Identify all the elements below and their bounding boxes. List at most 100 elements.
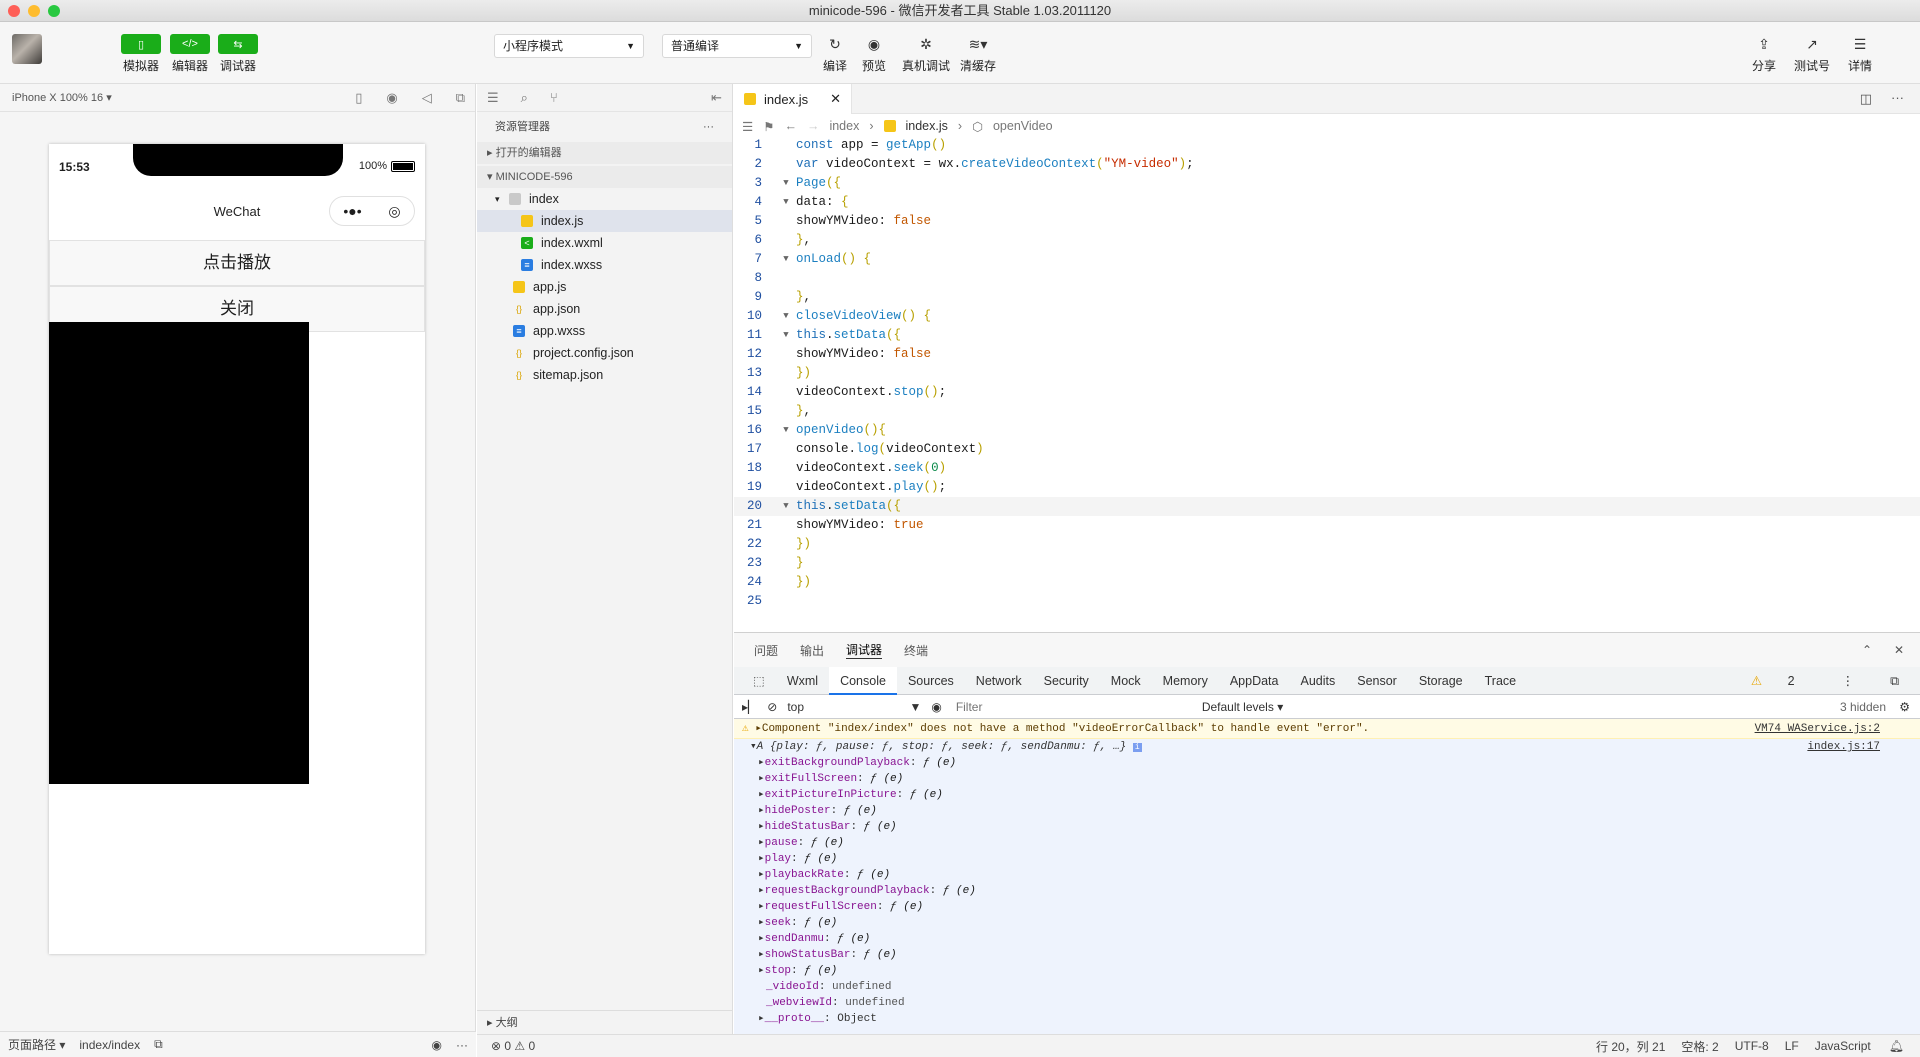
details-button[interactable]: ☰ 详情 <box>1830 34 1890 74</box>
zoom-window-icon[interactable] <box>48 5 60 17</box>
line-ending[interactable]: LF <box>1785 1039 1799 1053</box>
more-icon[interactable]: ··· <box>703 112 714 142</box>
object-prop-row[interactable]: ▸playbackRate: ƒ (e) <box>758 867 1920 883</box>
tree-item-index-wxml[interactable]: < index.wxml <box>477 232 732 254</box>
object-prop-row[interactable]: ▸play: ƒ (e) <box>758 851 1920 867</box>
project-section[interactable]: ▾ MINICODE-596 <box>477 166 732 188</box>
minimize-window-icon[interactable] <box>28 5 40 17</box>
real-debug-button[interactable]: ✲ 真机调试 <box>896 34 956 74</box>
eye-icon[interactable]: ◉ <box>931 700 941 714</box>
sidebar-toggle-icon[interactable]: ▸▏ <box>742 700 757 714</box>
warning-count[interactable]: ⚠ 2 <box>1729 667 1817 695</box>
tab-sources[interactable]: Sources <box>897 667 965 695</box>
object-prop-row[interactable]: ▸exitBackgroundPlayback: ƒ (e) <box>758 755 1920 771</box>
object-prop-row[interactable]: ▸sendDanmu: ƒ (e) <box>758 931 1920 947</box>
object-prop-row[interactable]: ▸requestBackgroundPlayback: ƒ (e) <box>758 883 1920 899</box>
close-icon[interactable]: ✕ <box>1894 643 1904 657</box>
tree-item-project-config[interactable]: {} project.config.json <box>477 342 732 364</box>
object-prop-row[interactable]: ▸showStatusBar: ƒ (e) <box>758 947 1920 963</box>
eye-icon[interactable]: ◉ <box>432 1038 442 1052</box>
inspect-icon[interactable]: ⬚ <box>742 667 776 695</box>
tab-console[interactable]: Console <box>829 666 897 695</box>
problems-indicator[interactable]: ⊗ 0 ⚠ 0 <box>491 1039 535 1053</box>
list-icon[interactable]: ☰ <box>487 90 499 106</box>
tab-debugger[interactable]: 调试器 <box>846 641 883 659</box>
avatar[interactable] <box>12 34 42 64</box>
tab-terminal[interactable]: 终端 <box>904 642 928 659</box>
window-controls[interactable] <box>8 5 60 17</box>
tab-memory[interactable]: Memory <box>1152 667 1219 695</box>
close-icon[interactable]: ✕ <box>830 91 841 107</box>
object-prop-row[interactable]: ▸hideStatusBar: ƒ (e) <box>758 819 1920 835</box>
gear-icon[interactable]: ⚙ <box>1899 700 1910 714</box>
tab-sensor[interactable]: Sensor <box>1346 667 1408 695</box>
more-icon[interactable]: ··· <box>456 1038 468 1052</box>
split-editor-icon[interactable]: ◫ <box>1860 91 1872 107</box>
tab-storage[interactable]: Storage <box>1408 667 1474 695</box>
breadcrumb-symbol[interactable]: openVideo <box>993 119 1053 133</box>
object-prop-row[interactable]: ▸seek: ƒ (e) <box>758 915 1920 931</box>
phone-icon[interactable]: ▯ <box>355 90 362 106</box>
undock-icon[interactable]: ⧉ <box>1879 667 1910 695</box>
tab-index-js[interactable]: index.js ✕ <box>734 84 852 114</box>
debugger-button[interactable]: ⇆ 调试器 <box>208 34 268 74</box>
object-prop-row[interactable]: ▸requestFullScreen: ƒ (e) <box>758 899 1920 915</box>
copy-icon[interactable]: ⧉ <box>154 1037 163 1052</box>
indentation[interactable]: 空格: 2 <box>1681 1038 1718 1055</box>
tree-item-index-folder[interactable]: ▾ index <box>477 188 732 210</box>
object-prop-row[interactable]: ▸exitPictureInPicture: ƒ (e) <box>758 787 1920 803</box>
mode-select[interactable]: 小程序模式 ▼ <box>494 34 644 58</box>
object-summary-row[interactable]: ▾A {play: ƒ, pause: ƒ, stop: ƒ, seek: ƒ,… <box>750 739 1920 755</box>
video-player[interactable] <box>49 322 309 784</box>
capsule-menu[interactable]: •●• ◎ <box>329 196 415 226</box>
tab-audits[interactable]: Audits <box>1289 667 1346 695</box>
target-close-icon[interactable]: ◎ <box>388 203 400 220</box>
breadcrumb-file[interactable]: index.js <box>906 119 948 133</box>
code-area[interactable]: 1 const app = getApp() 2 var videoContext … <box>734 136 1920 632</box>
tab-appdata[interactable]: AppData <box>1219 667 1290 695</box>
tree-item-app-js[interactable]: app.js <box>477 276 732 298</box>
tree-item-sitemap[interactable]: {} sitemap.json <box>477 364 732 386</box>
play-button[interactable]: 点击播放 <box>49 240 425 286</box>
list-icon[interactable]: ☰ <box>742 119 753 134</box>
forward-icon[interactable]: → <box>807 119 820 133</box>
object-prop-row[interactable]: ▸stop: ƒ (e) <box>758 963 1920 979</box>
back-icon[interactable]: ← <box>784 119 797 133</box>
tree-item-app-wxss[interactable]: ≡ app.wxss <box>477 320 732 342</box>
more-icon[interactable]: •●• <box>343 203 361 219</box>
split-icon[interactable]: ⇤ <box>711 90 722 106</box>
compile-select[interactable]: 普通编译 ▼ <box>662 34 812 58</box>
window-icon[interactable]: ⧉ <box>456 90 465 106</box>
tab-network[interactable]: Network <box>965 667 1033 695</box>
tree-item-index-js[interactable]: index.js <box>477 210 732 232</box>
object-prop-row[interactable]: ▸__proto__: Object <box>758 1011 1920 1027</box>
tab-mock[interactable]: Mock <box>1100 667 1152 695</box>
object-prop-row[interactable]: ▸pause: ƒ (e) <box>758 835 1920 851</box>
tab-trace[interactable]: Trace <box>1474 667 1528 695</box>
page-path-select[interactable]: 页面路径 ▾ <box>8 1036 65 1053</box>
close-window-icon[interactable] <box>8 5 20 17</box>
warning-source-link[interactable]: VM74 WAService.js:2 <box>1755 719 1880 739</box>
context-select[interactable]: top ▼ <box>787 700 921 714</box>
device-select[interactable]: iPhone X 100% 16 ▾ <box>12 91 112 104</box>
language-mode[interactable]: JavaScript <box>1815 1039 1871 1053</box>
object-prop-row[interactable]: ▸exitFullScreen: ƒ (e) <box>758 771 1920 787</box>
cursor-position[interactable]: 行 20，列 21 <box>1596 1038 1665 1055</box>
encoding[interactable]: UTF-8 <box>1735 1039 1769 1053</box>
branch-icon[interactable]: ⑂ <box>550 90 558 105</box>
volume-icon[interactable]: ◁ <box>422 90 432 106</box>
open-editors-section[interactable]: ▸ 打开的编辑器 <box>477 142 732 164</box>
levels-select[interactable]: Default levels ▾ <box>1202 700 1283 714</box>
tab-problems[interactable]: 问题 <box>754 642 778 659</box>
object-source-link[interactable]: index.js:17 <box>1807 739 1880 755</box>
clear-cache-button[interactable]: ≋▾ 清缓存 <box>948 34 1008 74</box>
breadcrumb-folder[interactable]: index <box>829 119 859 133</box>
more-icon[interactable]: ··· <box>1891 90 1904 105</box>
search-icon[interactable]: ⌕ <box>521 90 528 106</box>
filter-input[interactable] <box>951 697 1192 716</box>
clear-console-icon[interactable]: ⊘ <box>767 700 777 714</box>
more-vert-icon[interactable]: ⋮ <box>1831 667 1866 695</box>
bell-icon[interactable]: 🔔︎ <box>1889 1039 1904 1053</box>
tree-item-app-json[interactable]: {} app.json <box>477 298 732 320</box>
bookmark-icon[interactable]: ⚑ <box>763 119 774 134</box>
